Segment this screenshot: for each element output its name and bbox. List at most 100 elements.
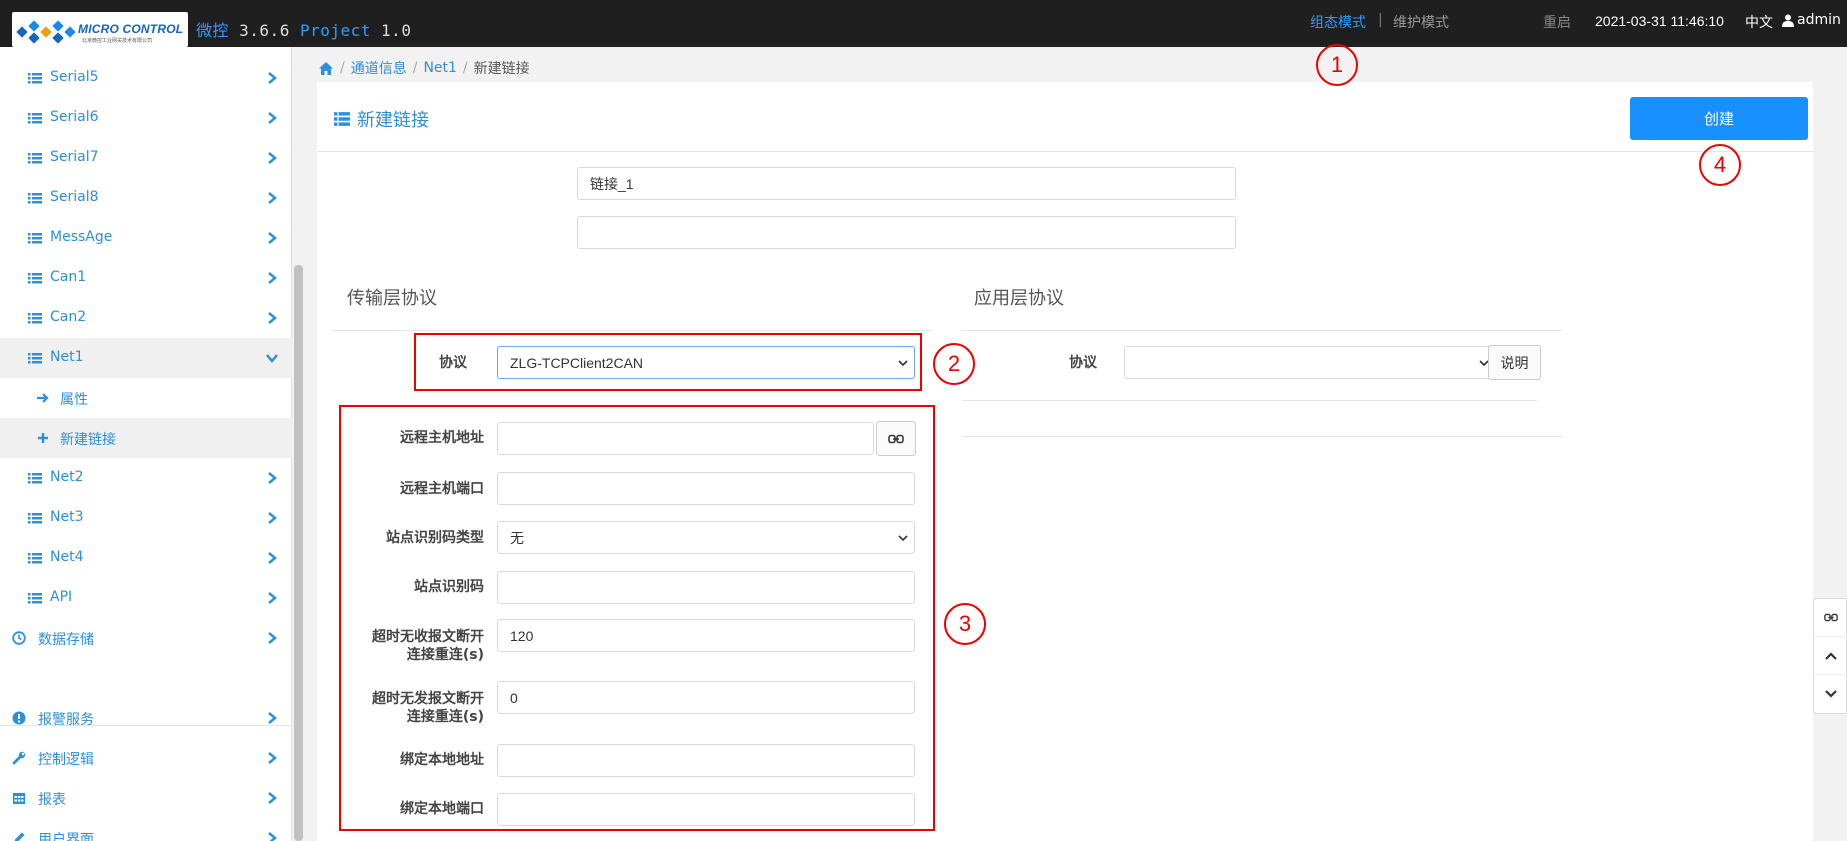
- mode-separator: |: [1378, 12, 1383, 28]
- language-switch[interactable]: 中文: [1745, 12, 1773, 32]
- sidebar: Serial5 Serial6 Serial7 Serial8 MessAge …: [0, 47, 292, 841]
- description-field[interactable]: [577, 216, 1236, 249]
- chevron-right-icon: [268, 192, 277, 204]
- sidebar-item-net4[interactable]: Net4: [0, 538, 292, 578]
- name-field[interactable]: 链接_1: [577, 167, 1236, 200]
- sidebar-item-new-link[interactable]: 新建链接: [0, 418, 292, 458]
- breadcrumb-channel-info[interactable]: 通道信息: [351, 58, 407, 78]
- annotation-2: 2: [933, 343, 975, 385]
- list-icon: [28, 153, 42, 164]
- create-button[interactable]: 创建: [1630, 97, 1808, 140]
- application-section-title: 应用层协议: [974, 288, 1064, 309]
- sidebar-scrollbar[interactable]: [292, 47, 305, 841]
- breadcrumb-current: 新建链接: [473, 61, 530, 77]
- sidebar-item-label: 用户界面: [38, 832, 94, 841]
- sidebar-item-label: API: [50, 589, 73, 605]
- list-icon: [28, 473, 42, 484]
- datetime: 2021-03-31 11:46:10: [1595, 13, 1724, 29]
- floating-toolbar: [1813, 598, 1847, 714]
- transport-divider: [332, 330, 932, 331]
- explain-button[interactable]: 说明: [1488, 345, 1541, 380]
- sidebar-item-serial8[interactable]: Serial8: [0, 178, 292, 218]
- breadcrumb: / 通道信息 / Net1 / 新建链接: [318, 56, 530, 80]
- scroll-up-button[interactable]: [1814, 637, 1847, 675]
- list-icon: [28, 593, 42, 604]
- sidebar-item-properties[interactable]: 属性: [0, 378, 292, 418]
- sidebar-item-can2[interactable]: Can2: [0, 298, 292, 338]
- sidebar-item-serial6[interactable]: Serial6: [0, 98, 292, 138]
- chevron-right-icon: [268, 632, 277, 644]
- list-icon: [28, 73, 42, 84]
- annotation-box-3: [339, 405, 935, 831]
- sidebar-item-label: 新建链接: [60, 432, 116, 448]
- sidebar-item-label: Net3: [50, 509, 84, 525]
- annotation-3: 3: [944, 603, 986, 645]
- sidebar-item-label: Can2: [50, 309, 87, 325]
- sidebar-item-reports[interactable]: 报表: [0, 778, 292, 818]
- sidebar-item-label: 控制逻辑: [38, 752, 94, 768]
- chevron-right-icon: [268, 792, 277, 804]
- sidebar-item-label: 属性: [60, 392, 88, 408]
- list-icon: [28, 513, 42, 524]
- sidebar-item-alarm-service[interactable]: 报警服务: [0, 698, 292, 738]
- sidebar-item-label: MessAge: [50, 229, 113, 245]
- alert-icon: [12, 711, 26, 725]
- sidebar-item-label: 报警服务: [38, 712, 94, 728]
- home-icon[interactable]: [318, 61, 334, 76]
- sidebar-item-message[interactable]: MessAge: [0, 218, 292, 258]
- chevron-right-icon: [268, 512, 277, 524]
- sidebar-item-label: 数据存储: [38, 632, 94, 648]
- breadcrumb-net1[interactable]: Net1: [423, 60, 456, 76]
- list-icon: [28, 113, 42, 124]
- sidebar-item-serial5[interactable]: Serial5: [0, 58, 292, 98]
- list-icon: [28, 193, 42, 204]
- sidebar-item-net1[interactable]: Net1: [0, 338, 292, 378]
- sidebar-item-control-logic[interactable]: 控制逻辑: [0, 738, 292, 778]
- sidebar-item-can1[interactable]: Can1: [0, 258, 292, 298]
- application-divider: [962, 330, 1562, 331]
- chevron-right-icon: [268, 152, 277, 164]
- chevron-right-icon: [268, 592, 277, 604]
- restart-link[interactable]: 重启: [1543, 12, 1571, 32]
- top-bar: MICRO CONTROL 北京微控工业网关技术有限公司 微控 3.6.6 Pr…: [0, 0, 1847, 47]
- sidebar-item-serial7[interactable]: Serial7: [0, 138, 292, 178]
- list-icon: [28, 353, 42, 364]
- app-protocol-label: 协议: [1069, 355, 1097, 371]
- link-icon: [1824, 613, 1838, 622]
- app-protocol-divider: [962, 400, 1537, 401]
- sidebar-item-label: Can1: [50, 269, 87, 285]
- scrollbar-thumb[interactable]: [294, 265, 303, 841]
- chevron-right-icon: [268, 552, 277, 564]
- annotation-box-2: [414, 333, 922, 391]
- list-icon: [334, 112, 350, 126]
- scroll-down-button[interactable]: [1814, 675, 1847, 713]
- app-title: 微控 3.6.6 Project 1.0: [196, 21, 412, 40]
- sidebar-item-label: Serial5: [50, 69, 99, 85]
- app-section-bottom-divider: [962, 436, 1562, 437]
- config-mode-link[interactable]: 组态模式: [1310, 12, 1366, 32]
- chevron-down-icon: [266, 354, 278, 363]
- chevron-right-icon: [268, 72, 277, 84]
- application-protocol-select[interactable]: [1124, 346, 1496, 379]
- sidebar-item-api[interactable]: API: [0, 578, 292, 618]
- float-link-button[interactable]: [1814, 599, 1847, 637]
- sidebar-item-user-interface[interactable]: 用户界面: [0, 818, 292, 841]
- sidebar-item-net3[interactable]: Net3: [0, 498, 292, 538]
- sidebar-item-label: Serial6: [50, 109, 99, 125]
- user-menu[interactable]: admin: [1782, 12, 1841, 28]
- chevron-up-icon: [1825, 651, 1837, 660]
- chevron-right-icon: [268, 752, 277, 764]
- chevron-right-icon: [268, 272, 277, 284]
- calendar-icon: [13, 793, 25, 804]
- plus-icon: [38, 433, 48, 443]
- chevron-right-icon: [268, 712, 277, 724]
- sidebar-item-data-storage[interactable]: 数据存储: [0, 618, 292, 658]
- sidebar-item-label: Net4: [50, 549, 84, 565]
- sidebar-item-net2[interactable]: Net2: [0, 458, 292, 498]
- clock-icon: [12, 631, 26, 645]
- logo-text: MICRO CONTROL: [78, 22, 184, 36]
- maintenance-mode-link[interactable]: 维护模式: [1393, 12, 1449, 32]
- transport-section-title: 传输层协议: [347, 288, 437, 309]
- logo[interactable]: MICRO CONTROL 北京微控工业网关技术有限公司: [12, 12, 188, 47]
- list-icon: [28, 273, 42, 284]
